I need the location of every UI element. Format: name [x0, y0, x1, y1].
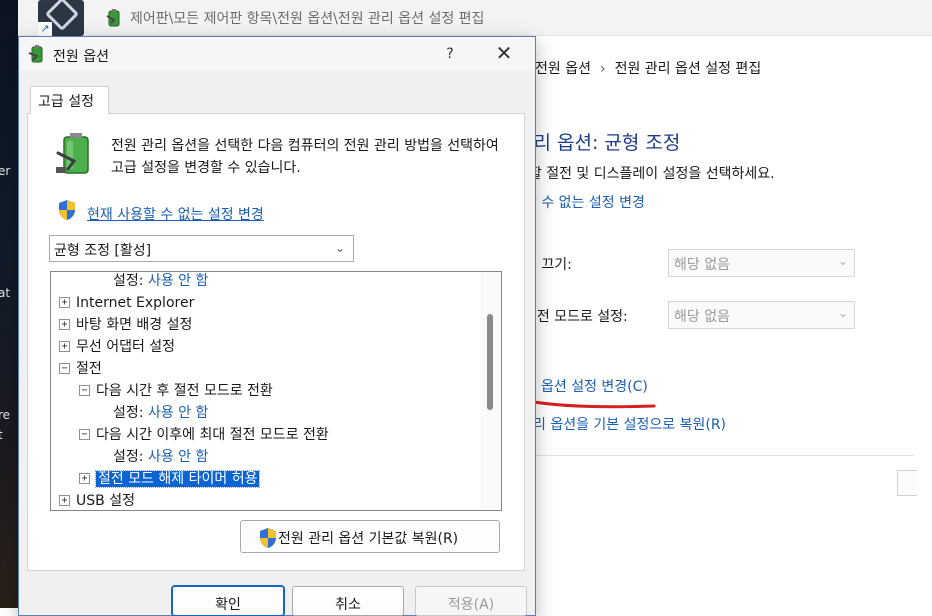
tree-setting-value[interactable]: 사용 안 함: [148, 449, 208, 465]
unavailable-settings-link[interactable]: 할 수 없는 설정 변경: [524, 192, 645, 212]
divider: [517, 455, 914, 456]
desktop-text-fragment: t: [0, 428, 3, 442]
battery-plug-icon: [56, 133, 89, 174]
desktop-background: er at re t: [0, 0, 18, 608]
tree-item[interactable]: + 바탕 화면 배경 설정: [59, 314, 192, 336]
restore-defaults-label: 전원 관리 옵션 기본값 복원(R): [278, 531, 459, 547]
collapse-icon[interactable]: −: [79, 428, 90, 440]
apply-button[interactable]: 적용(A): [415, 586, 527, 616]
close-button[interactable]: ✕: [489, 39, 519, 67]
tree-item-label: 바탕 화면 배경 설정: [76, 317, 193, 333]
tree-item[interactable]: + 무선 어댑터 설정: [59, 336, 175, 358]
power-options-icon: [106, 9, 120, 27]
tree-item-label: 무선 어댑터 설정: [76, 339, 176, 355]
collapse-icon[interactable]: −: [59, 362, 70, 374]
description-text: 전원 관리 옵션을 선택한 다음 컴퓨터의 전원 관리 방법을 선택하여 고급 …: [111, 138, 499, 176]
restore-defaults-button[interactable]: 전원 관리 옵션 기본값 복원(R): [240, 520, 500, 553]
plan-subtitle: 용할 절전 및 디스플레이 설정을 선택하세요.: [516, 166, 775, 182]
tree-item[interactable]: − 다음 시간 후 절전 모드로 전환: [79, 380, 273, 402]
collapse-icon[interactable]: −: [79, 384, 90, 396]
breadcrumb-item-power-options[interactable]: 전원 옵션: [535, 61, 591, 77]
scrollbar-thumb[interactable]: [487, 314, 493, 410]
control-panel-titlebar: 제어판\모든 제어판 항목\전원 옵션\전원 관리 옵션 설정 편집: [18, 0, 932, 36]
tree-item[interactable]: + Internet Explorer: [59, 292, 194, 314]
desktop-text-fragment: er: [0, 164, 11, 178]
tree-item[interactable]: + 절전 모드 해제 타이머 허용: [79, 468, 261, 490]
expand-icon[interactable]: +: [59, 340, 70, 352]
tree-item[interactable]: − 절전: [59, 358, 102, 380]
desktop-text-fragment: at: [0, 286, 11, 300]
dialog-title: 전원 옵션: [53, 49, 109, 65]
power-plan-select[interactable]: 균형 조정 [활성] ⌄: [49, 235, 354, 262]
breadcrumb-item-edit-plan[interactable]: 전원 관리 옵션 설정 편집: [615, 61, 762, 77]
tree-setting-value[interactable]: 사용 안 함: [148, 273, 208, 289]
advanced-settings-panel: 전원 관리 옵션을 선택한 다음 컴퓨터의 전원 관리 방법을 선택하여 고급 …: [27, 113, 525, 571]
shortcut-arrow-icon: ↗: [38, 22, 52, 36]
tree-item-label: 설정:: [113, 273, 144, 289]
expand-icon[interactable]: +: [59, 296, 70, 308]
desktop-text-fragment: re: [0, 408, 11, 422]
tab-advanced-settings[interactable]: 고급 설정: [30, 86, 109, 114]
desktop-shortcut[interactable]: ↗: [38, 0, 84, 36]
breadcrumb: 전원 옵션 › 전원 관리 옵션 설정 편집: [535, 58, 761, 78]
dialog-titlebar[interactable]: 전원 옵션 ? ✕: [19, 37, 535, 71]
expand-icon[interactable]: +: [79, 472, 90, 484]
ok-button[interactable]: 확인: [171, 585, 285, 616]
tree-setting-row[interactable]: 설정: 사용 안 함: [113, 272, 208, 292]
power-options-icon: [28, 45, 43, 63]
chevron-down-icon: ⌄: [334, 241, 345, 255]
chevron-right-icon: ›: [599, 61, 606, 77]
partial-button[interactable]: [897, 470, 917, 496]
control-panel-title: 제어판\모든 제어판 항목\전원 옵션\전원 관리 옵션 설정 편집: [130, 11, 485, 27]
advanced-settings-link[interactable]: 옵션 설정 변경(C): [541, 376, 648, 396]
settings-tree[interactable]: + USB 설정 + 절전 모드 해제 타이머 허용 설정: 사용 안 함 − 다음 시간 …: [50, 271, 502, 511]
tree-item[interactable]: − 다음 시간 이후에 최대 절전 모드로 전환: [79, 424, 329, 446]
chevron-down-icon: ⌄: [837, 254, 848, 268]
sleep-value: 해당 없음: [674, 309, 730, 325]
tree-item-label: 다음 시간 이후에 최대 절전 모드로 전환: [96, 427, 329, 443]
unavailable-settings-link[interactable]: 현재 사용할 수 없는 설정 변경: [87, 204, 264, 224]
restore-defaults-link[interactable]: 리 옵션을 기본 설정으로 복원(R): [533, 414, 726, 434]
tree-item-label: 다음 시간 후 절전 모드로 전환: [96, 383, 273, 399]
uac-shield-icon: [59, 200, 75, 220]
tree-item-label: 절전: [76, 361, 102, 377]
tree-item-label: 설정:: [113, 405, 144, 421]
red-annotation-underline: [526, 399, 656, 409]
tree-setting-row[interactable]: 설정: 사용 안 함: [113, 402, 208, 424]
tree-item-label: 설정:: [113, 449, 144, 465]
chevron-down-icon: ⌄: [837, 306, 848, 320]
expand-icon[interactable]: +: [59, 318, 70, 330]
tree-item-label: Internet Explorer: [76, 295, 195, 311]
sleep-label: 절전 모드로 설정:: [524, 309, 628, 325]
help-button[interactable]: ?: [439, 41, 461, 67]
power-plan-value: 균형 조정 [활성]: [54, 243, 152, 259]
display-off-select[interactable]: 해당 없음 ⌄: [668, 249, 855, 277]
display-off-value: 해당 없음: [674, 257, 730, 273]
power-options-dialog: 전원 옵션 ? ✕ 고급 설정 전원 관리 옵션을 선택한 다음 컴퓨터의 전원…: [18, 36, 536, 616]
tree-setting-row[interactable]: 설정: 사용 안 함: [113, 446, 208, 468]
tree-setting-value[interactable]: 사용 안 함: [148, 405, 208, 421]
tree-item[interactable]: + USB 설정: [59, 490, 135, 510]
expand-icon[interactable]: +: [59, 494, 70, 506]
cancel-button[interactable]: 취소: [292, 586, 404, 616]
vertical-scrollbar[interactable]: [481, 272, 501, 510]
uac-shield-icon: [260, 528, 276, 548]
tree-item-label: 절전 모드 해제 타이머 허용: [94, 470, 261, 488]
plan-heading: 관리 옵션: 균형 조정: [516, 132, 681, 154]
tree-item-label: USB 설정: [76, 493, 135, 509]
sleep-select[interactable]: 해당 없음 ⌄: [668, 301, 855, 329]
